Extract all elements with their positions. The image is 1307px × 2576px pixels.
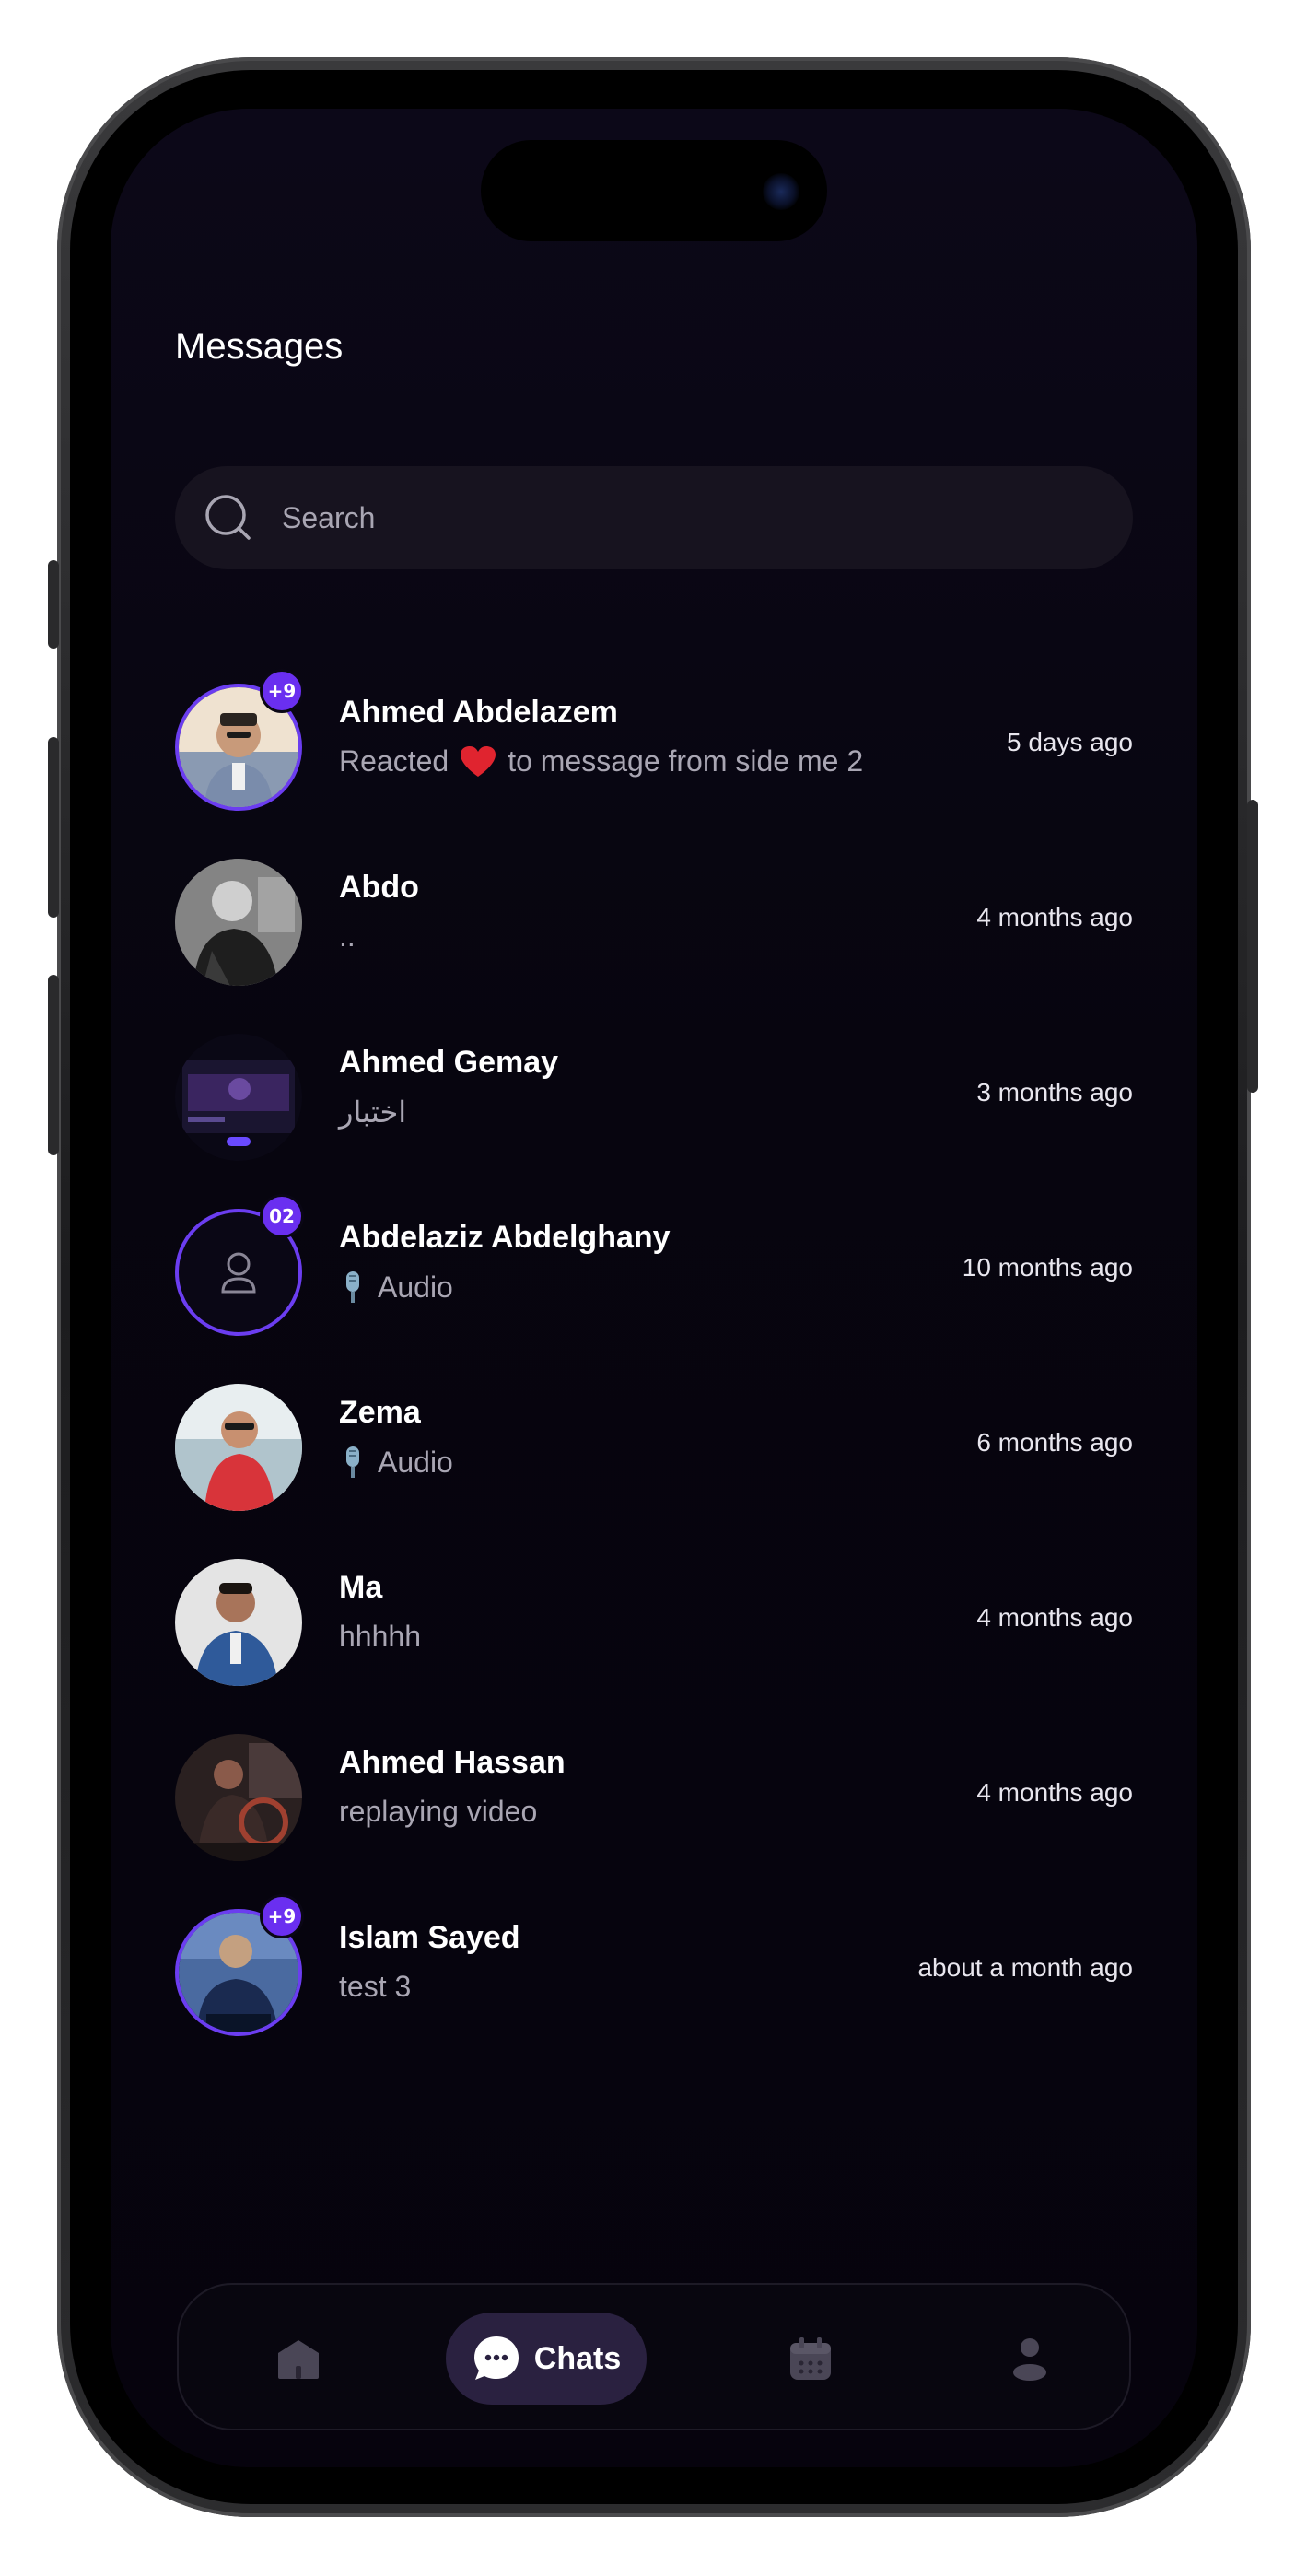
avatar-photo — [175, 1734, 302, 1861]
message-time: 4 months ago — [976, 1603, 1133, 1632]
message-preview: اختبار — [339, 1095, 406, 1130]
unread-badge: 02 — [260, 1194, 304, 1238]
nav-chats[interactable]: Chats — [446, 2313, 647, 2405]
nav-calendar[interactable] — [764, 2313, 857, 2405]
chat-list: +9 Ahmed Abdelazem Reacted to message fr… — [175, 669, 1133, 2069]
nav-chats-label: Chats — [533, 2340, 622, 2376]
message-time: 4 months ago — [976, 903, 1133, 931]
preview-prefix: Reacted — [339, 744, 449, 778]
contact-name: Abdo — [339, 870, 419, 905]
nav-home[interactable] — [252, 2313, 344, 2405]
search-placeholder: Search — [282, 500, 376, 534]
action-button — [48, 560, 59, 649]
avatar-photo — [175, 1384, 302, 1511]
chat-bubble-icon — [473, 2336, 519, 2380]
message-preview: hhhhh — [339, 1620, 421, 1654]
chat-row[interactable]: Ahmed Hassan replaying video 4 months ag… — [175, 1719, 1133, 1894]
avatar-container: +9 — [175, 669, 313, 825]
page-title: Messages — [175, 326, 344, 367]
contact-name: Ma — [339, 1570, 383, 1605]
volume-up-button — [48, 737, 59, 918]
avatar-photo — [175, 1034, 302, 1161]
chat-row[interactable]: 02 Abdelaziz Abdelghany Audio 10 months … — [175, 1194, 1133, 1369]
avatar-container — [175, 1369, 313, 1526]
message-time: 6 months ago — [976, 1428, 1133, 1457]
preview-text: Audio — [378, 1445, 453, 1479]
search-icon — [205, 495, 251, 540]
app-screen: Messages Search +9 Ahmed Abdelazem React… — [111, 109, 1197, 2467]
avatar — [175, 1034, 302, 1161]
chat-row[interactable]: Ma hhhhh 4 months ago — [175, 1544, 1133, 1719]
preview-text: to message from side me 2 — [508, 744, 864, 778]
avatar — [175, 1384, 302, 1511]
dynamic-island — [481, 140, 827, 241]
chat-row[interactable]: +9 Ahmed Abdelazem Reacted to message fr… — [175, 669, 1133, 844]
avatar — [175, 1734, 302, 1861]
chat-row[interactable]: Ahmed Gemay اختبار 3 months ago — [175, 1019, 1133, 1194]
bottom-nav: Chats — [177, 2283, 1131, 2430]
microphone-icon — [346, 1446, 359, 1478]
contact-name: Ahmed Hassan — [339, 1745, 566, 1780]
avatar-photo — [175, 859, 302, 986]
search-input[interactable]: Search — [175, 466, 1133, 569]
message-preview: Audio — [339, 1270, 453, 1305]
avatar-container — [175, 1719, 313, 1876]
preview-text: .. — [339, 919, 356, 953]
camera-icon — [763, 173, 799, 210]
avatar-container — [175, 844, 313, 1001]
preview-text: replaying video — [339, 1795, 538, 1828]
unread-badge: +9 — [260, 1894, 304, 1938]
avatar — [175, 1559, 302, 1686]
heart-icon — [461, 745, 496, 777]
message-time: 4 months ago — [976, 1778, 1133, 1807]
contact-name: Islam Sayed — [339, 1920, 520, 1955]
contact-name: Abdelaziz Abdelghany — [339, 1220, 671, 1255]
preview-text: اختبار — [339, 1095, 407, 1129]
avatar-container: +9 — [175, 1894, 313, 2051]
unread-badge: +9 — [260, 669, 304, 713]
volume-down-button — [48, 975, 59, 1155]
contact-name: Zema — [339, 1395, 421, 1430]
preview-text: Audio — [378, 1270, 453, 1304]
microphone-icon — [346, 1271, 359, 1303]
avatar-photo — [175, 1559, 302, 1686]
avatar-container — [175, 1019, 313, 1176]
message-preview: test 3 — [339, 1970, 411, 2004]
contact-name: Ahmed Abdelazem — [339, 695, 618, 730]
message-preview: Audio — [339, 1445, 453, 1480]
nav-profile[interactable] — [984, 2313, 1076, 2405]
profile-icon — [1013, 2338, 1046, 2381]
avatar-container: 02 — [175, 1194, 313, 1351]
calendar-icon — [790, 2337, 831, 2380]
message-preview: replaying video — [339, 1795, 537, 1829]
preview-text: test 3 — [339, 1970, 412, 2003]
message-preview: Reacted to message from side me 2 — [339, 744, 863, 779]
contact-name: Ahmed Gemay — [339, 1045, 559, 1080]
home-icon — [278, 2340, 319, 2379]
message-time: 10 months ago — [962, 1253, 1133, 1282]
avatar-container — [175, 1544, 313, 1701]
message-time: about a month ago — [917, 1953, 1133, 1982]
avatar — [175, 859, 302, 986]
message-preview: .. — [339, 919, 356, 954]
power-button — [1247, 800, 1258, 1093]
chat-row[interactable]: Abdo .. 4 months ago — [175, 844, 1133, 1019]
preview-text: hhhhh — [339, 1620, 421, 1653]
chat-row[interactable]: Zema Audio 6 months ago — [175, 1369, 1133, 1544]
message-time: 3 months ago — [976, 1078, 1133, 1107]
message-time: 5 days ago — [1007, 728, 1133, 756]
chat-row[interactable]: +9 Islam Sayed test 3 about a month ago — [175, 1894, 1133, 2069]
